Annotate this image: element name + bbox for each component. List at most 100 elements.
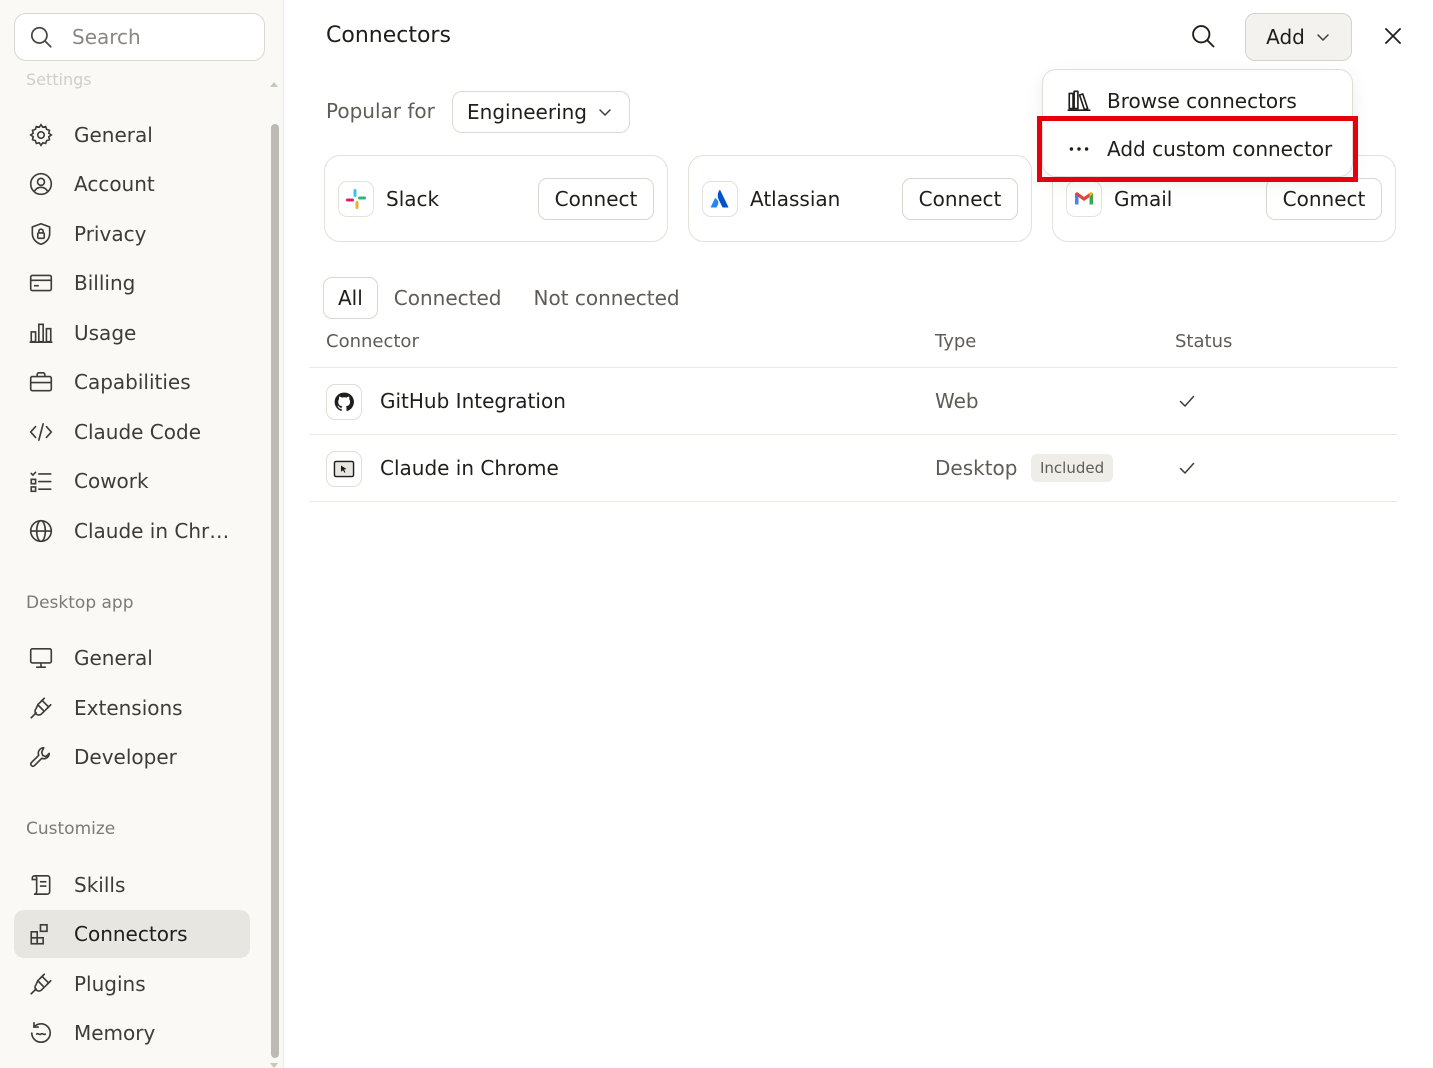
sidebar-item-general[interactable]: General (14, 111, 250, 159)
connector-name: Claude in Chrome (380, 456, 559, 480)
connector-name: GitHub Integration (380, 389, 566, 413)
section-title-customize: Customize (26, 819, 116, 839)
scroll-down-arrow[interactable] (270, 1063, 278, 1068)
sidebar-item-claude-code[interactable]: Claude Code (14, 408, 250, 456)
connector-card-name: Slack (386, 186, 440, 211)
sidebar-item-label: Account (74, 172, 155, 196)
slack-logo-icon (338, 180, 374, 217)
sidebar-item-label: General (74, 646, 153, 670)
table-row[interactable]: Claude in Chrome Desktop Included (309, 434, 1397, 501)
sidebar-item-label: Memory (74, 1021, 156, 1045)
atlassian-logo-icon (702, 180, 738, 217)
tab-connected[interactable]: Connected (378, 277, 518, 319)
menu-item-browse-connectors[interactable]: Browse connectors (1043, 78, 1352, 124)
sidebar-item-usage[interactable]: Usage (14, 309, 250, 357)
connector-card-atlassian: Atlassian Connect (688, 155, 1032, 242)
close-button[interactable] (1381, 24, 1405, 48)
chevron-down-icon (599, 109, 611, 117)
check-icon (1178, 459, 1196, 481)
more-horizontal-icon (1065, 135, 1093, 163)
tab-not-connected[interactable]: Not connected (518, 277, 696, 319)
shield-lock-icon (27, 220, 55, 248)
tab-all[interactable]: All (323, 277, 378, 319)
scroll-up-arrow[interactable] (270, 82, 278, 87)
table-divider (309, 501, 1397, 502)
add-dropdown-menu: Browse connectors Add custom connector (1042, 69, 1353, 177)
connector-card-name: Gmail (1114, 186, 1173, 211)
close-icon (1385, 28, 1401, 44)
sidebar-item-desktop-general[interactable]: General (14, 634, 250, 682)
sidebar-item-label: Privacy (74, 222, 147, 246)
section-title-desktop-app: Desktop app (26, 593, 134, 613)
connector-type: Desktop (935, 456, 1018, 480)
sidebar-item-billing[interactable]: Billing (14, 259, 250, 307)
checklist-icon (27, 467, 55, 495)
chevron-down-icon (1317, 34, 1329, 42)
search-button[interactable] (1188, 21, 1218, 51)
github-logo-icon (326, 384, 362, 420)
popular-for-select[interactable]: Engineering (452, 91, 630, 133)
sidebar-item-privacy[interactable]: Privacy (14, 210, 250, 258)
connect-button[interactable]: Connect (902, 177, 1018, 220)
library-icon (1065, 87, 1093, 115)
menu-item-add-custom-connector[interactable]: Add custom connector (1043, 126, 1352, 172)
sidebar-item-capabilities[interactable]: Capabilities (14, 358, 250, 406)
sidebar-item-skills[interactable]: Skills (14, 861, 250, 909)
sidebar-item-label: Extensions (74, 696, 183, 720)
menu-item-label: Add custom connector (1107, 137, 1333, 161)
sidebar-scrollbar[interactable] (271, 124, 279, 1058)
scroll-icon (27, 871, 55, 899)
grid-plus-icon (27, 920, 55, 948)
connector-card-slack: Slack Connect (324, 155, 668, 242)
column-header-connector[interactable]: Connector (326, 331, 419, 352)
add-button[interactable]: Add (1245, 13, 1352, 61)
connect-button[interactable]: Connect (538, 177, 654, 220)
column-header-type[interactable]: Type (935, 331, 976, 352)
user-circle-icon (27, 170, 55, 198)
sidebar-item-extensions[interactable]: Extensions (14, 684, 250, 732)
sidebar-item-label: Skills (74, 873, 126, 897)
settings-heading-faded: Settings (26, 70, 92, 89)
browser-cursor-icon (326, 451, 362, 487)
search-input[interactable] (72, 25, 242, 49)
included-badge: Included (1031, 454, 1114, 482)
connector-type: Web (935, 389, 979, 413)
plug-icon (27, 970, 55, 998)
wrench-icon (27, 743, 55, 771)
check-icon (1178, 392, 1196, 414)
sidebar-item-plugins[interactable]: Plugins (14, 960, 250, 1008)
sidebar-item-label: Usage (74, 321, 137, 345)
sidebar-item-label: Plugins (74, 972, 146, 996)
search-box[interactable] (14, 13, 265, 61)
plug-icon (27, 694, 55, 722)
sidebar-item-account[interactable]: Account (14, 160, 250, 208)
sidebar-item-label: Cowork (74, 469, 149, 493)
sidebar-item-connectors[interactable]: Connectors (14, 910, 250, 958)
settings-sidebar: Settings General Account Privacy Billing… (0, 0, 284, 1068)
sidebar-item-label: Claude in Chr… (74, 519, 230, 543)
add-button-label: Add (1266, 25, 1305, 49)
sidebar-item-memory[interactable]: Memory (14, 1009, 250, 1057)
briefcase-icon (27, 368, 55, 396)
popular-for-label: Popular for (326, 99, 435, 123)
sidebar-item-label: Claude Code (74, 420, 202, 444)
gmail-logo-icon (1066, 180, 1102, 217)
connect-button[interactable]: Connect (1266, 177, 1382, 220)
search-icon (30, 26, 52, 48)
credit-card-icon (27, 269, 55, 297)
sidebar-item-label: Developer (74, 745, 177, 769)
sidebar-item-label: General (74, 123, 153, 147)
monitor-icon (27, 644, 55, 672)
menu-item-label: Browse connectors (1107, 89, 1297, 113)
sidebar-item-label: Connectors (74, 922, 188, 946)
connector-card-name: Atlassian (750, 186, 841, 211)
column-header-status[interactable]: Status (1175, 331, 1232, 352)
table-row[interactable]: GitHub Integration Web (309, 367, 1397, 434)
sidebar-item-label: Billing (74, 271, 136, 295)
search-icon (1192, 25, 1215, 48)
history-icon (27, 1019, 55, 1047)
popular-for-value: Engineering (467, 100, 587, 124)
sidebar-item-developer[interactable]: Developer (14, 733, 250, 781)
sidebar-item-claude-in-chrome[interactable]: Claude in Chr… (14, 507, 250, 555)
sidebar-item-cowork[interactable]: Cowork (14, 457, 250, 505)
